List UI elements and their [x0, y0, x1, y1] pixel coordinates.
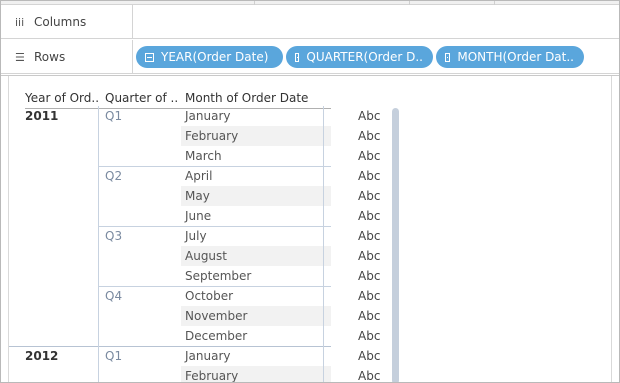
abc-cell[interactable]: Abc — [358, 369, 380, 382]
header-quarter[interactable]: Quarter of .. — [105, 91, 178, 105]
month-cell[interactable]: August — [185, 249, 227, 263]
month-cell[interactable]: February — [185, 369, 238, 382]
abc-cell[interactable]: Abc — [358, 229, 380, 243]
quarter-divider — [98, 226, 331, 227]
expand-icon[interactable] — [445, 52, 451, 62]
abc-cell[interactable]: Abc — [358, 329, 380, 343]
month-cell[interactable]: February — [185, 129, 238, 143]
quarter-cell[interactable]: Q3 — [105, 229, 122, 243]
rows-shelf-label: ☰ Rows — [1, 40, 133, 74]
abc-cell[interactable]: Abc — [358, 289, 380, 303]
columns-label: Columns — [34, 15, 87, 29]
abc-cell[interactable]: Abc — [358, 209, 380, 223]
collapse-icon[interactable] — [295, 52, 300, 62]
header-month[interactable]: Month of Order Date — [185, 91, 308, 105]
month-cell[interactable]: May — [185, 189, 210, 203]
abc-cell[interactable]: Abc — [358, 109, 380, 123]
pill-label: YEAR(Order Date) — [161, 50, 269, 64]
month-cell[interactable]: July — [185, 229, 207, 243]
year-cell[interactable]: 2012 — [25, 349, 58, 363]
month-cell[interactable]: January — [185, 349, 231, 363]
worksheet-view: Year of Ord.. Quarter of .. Month of Ord… — [8, 76, 612, 382]
year-column-divider — [98, 106, 99, 346]
columns-shelf-label: iii Columns — [1, 5, 133, 39]
rows-shelf[interactable]: ☰ Rows YEAR(Order Date) QUARTER(Order D.… — [1, 40, 619, 74]
columns-icon: iii — [15, 15, 25, 29]
quarter-cell[interactable]: Q2 — [105, 169, 122, 183]
month-cell[interactable]: September — [185, 269, 251, 283]
abc-cell[interactable]: Abc — [358, 269, 380, 283]
quarter-divider — [98, 286, 331, 287]
vertical-scrollbar[interactable] — [392, 108, 399, 382]
abc-cell[interactable]: Abc — [358, 189, 380, 203]
month-cell[interactable]: March — [185, 149, 222, 163]
month-cell[interactable]: December — [185, 329, 247, 343]
abc-cell[interactable]: Abc — [358, 309, 380, 323]
abc-cell[interactable]: Abc — [358, 129, 380, 143]
month-cell[interactable]: November — [185, 309, 247, 323]
abc-cell[interactable]: Abc — [358, 149, 380, 163]
abc-cell[interactable]: Abc — [358, 349, 380, 363]
rows-label: Rows — [34, 50, 66, 64]
abc-cell[interactable]: Abc — [358, 249, 380, 263]
rows-pills: YEAR(Order Date) QUARTER(Order D.. MONTH… — [136, 46, 584, 68]
abc-cell[interactable]: Abc — [358, 169, 380, 183]
measure-column-divider — [323, 106, 324, 382]
tableau-worksheet: iii Columns ☰ Rows YEAR(Order Date) QUAR… — [0, 0, 620, 383]
quarter-cell[interactable]: Q1 — [105, 109, 122, 123]
quarter-divider — [98, 166, 331, 167]
year-column-divider — [98, 346, 99, 382]
year-order-date-pill[interactable]: YEAR(Order Date) — [136, 46, 283, 68]
month-order-date-pill[interactable]: MONTH(Order Dat.. — [436, 46, 584, 68]
month-cell[interactable]: October — [185, 289, 233, 303]
collapse-icon[interactable] — [145, 52, 154, 62]
quarter-cell[interactable]: Q4 — [105, 289, 122, 303]
year-divider — [9, 346, 331, 347]
year-cell[interactable]: 2011 — [25, 109, 58, 123]
quarter-order-date-pill[interactable]: QUARTER(Order D.. — [286, 46, 433, 68]
month-cell[interactable]: January — [185, 109, 231, 123]
columns-shelf[interactable]: iii Columns — [1, 5, 619, 39]
month-cell[interactable]: April — [185, 169, 212, 183]
rows-icon: ☰ — [15, 50, 25, 64]
pill-label: MONTH(Order Dat.. — [457, 50, 574, 64]
month-cell[interactable]: June — [185, 209, 211, 223]
header-year[interactable]: Year of Ord.. — [25, 91, 99, 105]
pill-label: QUARTER(Order D.. — [306, 50, 423, 64]
header-divider — [25, 108, 331, 109]
quarter-cell[interactable]: Q1 — [105, 349, 122, 363]
